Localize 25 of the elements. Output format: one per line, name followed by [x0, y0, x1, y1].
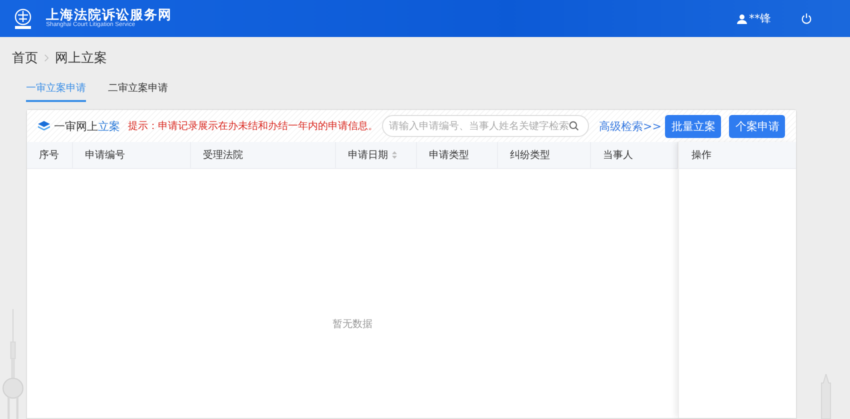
breadcrumb-item: 网上立案 [55, 50, 107, 67]
chevron-icon [44, 54, 49, 62]
empty-message: 暂无数据 [332, 318, 373, 331]
column-header: 序号 [27, 142, 73, 168]
search-icon [569, 121, 579, 131]
power-icon[interactable] [801, 13, 812, 24]
column-header: 纠纷类型 [498, 142, 591, 168]
user-icon [737, 14, 747, 24]
column-header: 受理法院 [191, 142, 336, 168]
column-header: 当事人 [591, 142, 678, 168]
action-button[interactable]: 个案申请 [729, 114, 786, 138]
column-header: 申请类型 [417, 142, 498, 168]
tip-text: 提示：申请记录展示在办未结和办结一年内的申请信息。 [128, 120, 378, 133]
column-header: 申请日期 [336, 142, 417, 168]
panel-title: 一审网上立案 [54, 118, 120, 134]
column-header: 申请编号 [73, 142, 191, 168]
tab[interactable]: 一审立案申请 [26, 77, 86, 102]
user-name[interactable]: **锋 [749, 11, 771, 26]
column-header: 操作 [690, 149, 712, 163]
advanced-search-link[interactable]: 高级检索>> [599, 118, 662, 134]
action-button[interactable]: 批量立案 [665, 114, 722, 138]
tab[interactable]: 二审立案申请 [108, 77, 168, 102]
site-title: 上海法院诉讼服务网 [46, 8, 172, 22]
breadcrumb-item[interactable]: 首页 [12, 49, 38, 67]
layers-icon [38, 121, 50, 131]
